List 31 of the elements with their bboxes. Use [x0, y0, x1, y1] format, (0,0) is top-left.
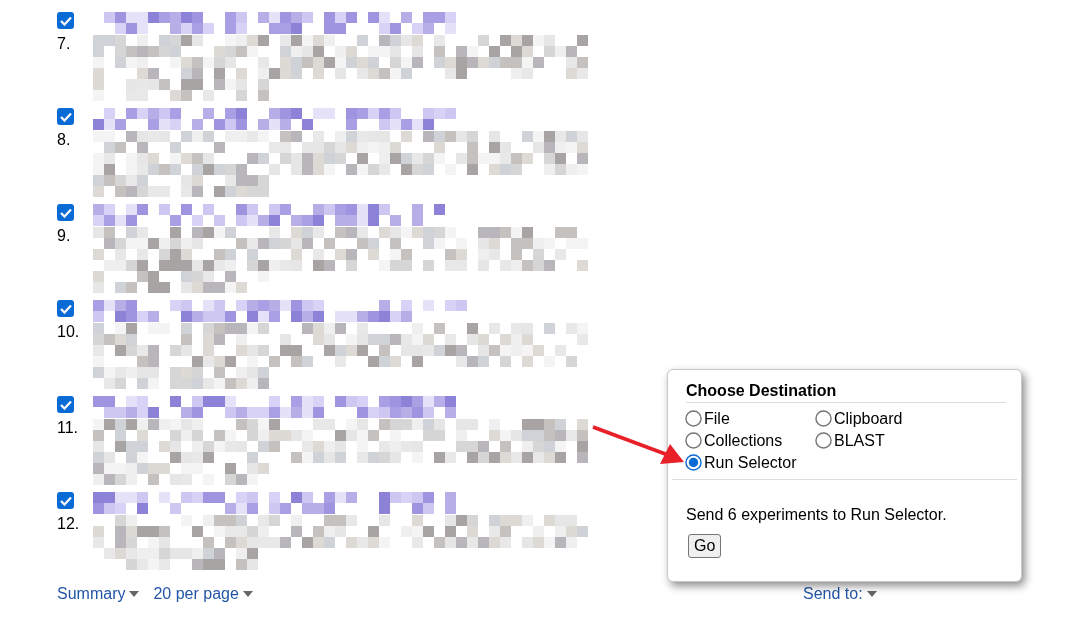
result-number: 7. — [57, 35, 72, 53]
radio-option[interactable]: Run Selector — [685, 452, 797, 473]
radio-icon[interactable] — [815, 410, 832, 427]
checkbox[interactable] — [57, 492, 74, 509]
per-page-dropdown[interactable]: 20 per page — [153, 585, 253, 603]
go-button[interactable]: Go — [688, 534, 722, 558]
checkbox[interactable] — [57, 300, 74, 317]
radio-option[interactable]: Collections — [685, 430, 783, 451]
checkbox[interactable] — [57, 204, 74, 221]
format-dropdown[interactable]: Summary — [57, 585, 140, 603]
radio-option[interactable]: Clipboard — [815, 408, 903, 429]
result-number: 11. — [57, 419, 80, 437]
caret-icon — [242, 591, 253, 597]
radio-icon[interactable] — [685, 410, 702, 427]
send-to-dropdown[interactable]: Send to: — [803, 585, 877, 603]
result-number: 10. — [57, 323, 81, 341]
radio-option[interactable]: File — [685, 408, 730, 429]
result-number: 8. — [57, 131, 72, 149]
radio-icon[interactable] — [685, 454, 702, 471]
result-number: 9. — [57, 227, 72, 245]
send-message: Send 6 experiments to Run Selector. — [686, 506, 948, 524]
radio-icon[interactable] — [815, 432, 832, 449]
checkbox[interactable] — [57, 396, 74, 413]
caret-icon — [866, 591, 877, 597]
caret-icon — [129, 591, 140, 597]
radio-icon[interactable] — [685, 432, 702, 449]
popup-title: Choose Destination — [686, 382, 1006, 403]
result-number: 12. — [57, 515, 81, 533]
radio-option[interactable]: BLAST — [815, 430, 885, 451]
checkbox[interactable] — [57, 108, 74, 125]
checkbox[interactable] — [57, 12, 74, 29]
